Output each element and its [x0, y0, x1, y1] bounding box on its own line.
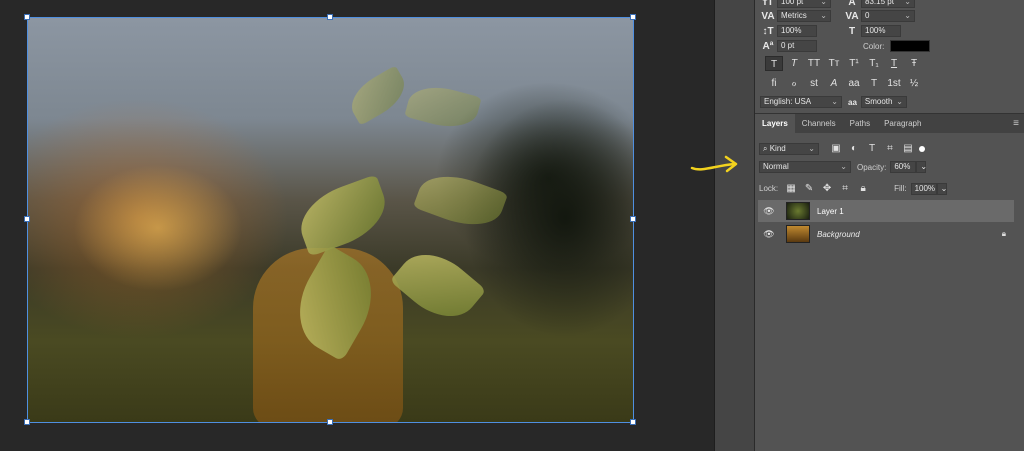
- layer-name[interactable]: Layer 1: [817, 207, 844, 216]
- layer-lock-icon: 🔒︎: [1001, 229, 1006, 238]
- font-size-icon: ᴛT: [762, 0, 774, 8]
- tracking-icon: VA: [845, 10, 859, 22]
- lock-image-icon[interactable]: ✎: [800, 181, 818, 196]
- color-label: Color:: [863, 41, 885, 51]
- right-panel: ᴛT 100 pt A 83.15 pt VA Metrics VA 0 ↕T …: [754, 0, 1024, 451]
- tab-paths[interactable]: Paths: [843, 114, 877, 133]
- leading-field[interactable]: 83.15 pt: [861, 0, 915, 8]
- layer-thumbnail: [786, 225, 810, 243]
- transform-handle-top-center[interactable]: [327, 14, 333, 20]
- opacity-field[interactable]: 60%: [890, 161, 917, 173]
- shape-filter-icon[interactable]: ⌗: [881, 141, 899, 156]
- smart-object-filter-icon[interactable]: ▤: [899, 141, 917, 156]
- lock-label: Lock:: [759, 184, 779, 193]
- tab-channels[interactable]: Channels: [795, 114, 843, 133]
- filter-search-icon: ⌕: [763, 143, 770, 153]
- layer-row-layer-1[interactable]: 👁︎ Layer 1: [758, 200, 1014, 222]
- layer-row-background[interactable]: 👁︎ Background 🔒︎: [758, 223, 1014, 245]
- subscript-button[interactable]: T₁: [865, 56, 883, 71]
- baseline-row: Aª 0 pt Color:: [759, 40, 931, 52]
- adjustment-filter-icon[interactable]: ◐: [845, 141, 863, 156]
- transform-handle-middle-left[interactable]: [24, 216, 30, 222]
- underline-button[interactable]: T: [885, 56, 903, 71]
- filter-toggle-icon[interactable]: [919, 145, 925, 152]
- annotation-arrow-icon: [690, 155, 738, 173]
- all-caps-button[interactable]: TT: [805, 56, 823, 71]
- filter-row: ⌕ Kind ▣ ◐ T ⌗ ▤: [759, 141, 925, 156]
- faux-italic-button[interactable]: T: [785, 56, 803, 71]
- antialias-dropdown[interactable]: Smooth: [860, 96, 907, 108]
- layer-thumbnail: [786, 202, 810, 220]
- opacity-label: Opacity:: [857, 162, 887, 172]
- document-workspace: [0, 0, 714, 451]
- kerning-row: VA Metrics VA 0: [759, 10, 915, 22]
- small-caps-button[interactable]: Tт: [825, 56, 843, 71]
- horizontal-scale-field[interactable]: 100%: [861, 25, 901, 37]
- opentype-buttons: fi ℴ st A aa T 1st ½: [765, 76, 923, 91]
- titling-alternates-button[interactable]: T: [865, 76, 883, 91]
- lock-transparent-icon[interactable]: ▦: [782, 181, 800, 196]
- filter-kind-label: Kind: [769, 143, 786, 153]
- language-row: English: USA aa Smooth: [760, 96, 907, 108]
- filter-kind-dropdown[interactable]: ⌕ Kind: [759, 142, 819, 155]
- visibility-eye-icon[interactable]: 👁︎: [762, 206, 776, 217]
- transform-handle-bottom-right[interactable]: [630, 419, 636, 425]
- fill-label: Fill:: [894, 184, 907, 193]
- blend-row: Normal Opacity: 60% ⌄: [759, 161, 927, 173]
- text-color-swatch[interactable]: [890, 40, 931, 52]
- strikethrough-button[interactable]: Ŧ: [905, 56, 923, 71]
- kerning-icon: VA: [761, 10, 775, 22]
- old-style-button[interactable]: ℴ: [785, 76, 803, 91]
- blend-mode-dropdown[interactable]: Normal: [759, 161, 851, 173]
- scale-row: ↕T 100% T 100%: [759, 25, 901, 37]
- vertical-scale-field[interactable]: 100%: [777, 25, 817, 37]
- panel-menu-icon[interactable]: ≡: [1013, 114, 1019, 133]
- size-row: ᴛT 100 pt A 83.15 pt: [759, 0, 915, 8]
- ordinals-button[interactable]: 1st: [885, 76, 903, 91]
- layers-panel-tabs: Layers Channels Paths Paragraph ≡: [755, 113, 1024, 133]
- artboard-lock-icon[interactable]: ⌗: [836, 181, 854, 196]
- transform-bounding-box[interactable]: [27, 17, 634, 423]
- baseline-shift-icon: Aª: [762, 40, 774, 52]
- lock-row: Lock: ▦ ✎ ✥ ⌗ 🔒︎ Fill: 100% ⌄: [759, 181, 947, 196]
- baseline-shift-field[interactable]: 0 pt: [777, 40, 817, 52]
- horizontal-scale-icon: T: [848, 25, 856, 37]
- transform-handle-bottom-center[interactable]: [327, 419, 333, 425]
- kerning-field[interactable]: Metrics: [777, 10, 831, 22]
- font-size-field[interactable]: 100 pt: [777, 0, 831, 8]
- stylistic-alternates-button[interactable]: aa: [845, 76, 863, 91]
- discretionary-ligatures-button[interactable]: st: [805, 76, 823, 91]
- transform-handle-top-right[interactable]: [630, 14, 636, 20]
- fractions-button[interactable]: ½: [905, 76, 923, 91]
- fill-dropdown-icon[interactable]: ⌄: [936, 182, 947, 195]
- lock-all-icon[interactable]: 🔒︎: [854, 181, 872, 196]
- type-style-buttons: T T TT Tт T¹ T₁ T Ŧ: [765, 56, 923, 71]
- vertical-scale-icon: ↕T: [762, 25, 774, 37]
- opacity-dropdown-icon[interactable]: ⌄: [916, 161, 927, 173]
- antialias-icon: aa: [848, 97, 857, 107]
- transform-handle-bottom-left[interactable]: [24, 419, 30, 425]
- type-filter-icon[interactable]: T: [863, 141, 881, 156]
- layer-name[interactable]: Background: [817, 230, 860, 239]
- pixel-filter-icon[interactable]: ▣: [827, 141, 845, 156]
- visibility-eye-icon[interactable]: 👁︎: [762, 229, 776, 240]
- swash-button[interactable]: A: [825, 76, 843, 91]
- language-dropdown[interactable]: English: USA: [760, 96, 842, 108]
- faux-bold-button[interactable]: T: [765, 56, 783, 71]
- tab-paragraph[interactable]: Paragraph: [877, 114, 928, 133]
- lock-position-icon[interactable]: ✥: [818, 181, 836, 196]
- ligatures-button[interactable]: fi: [765, 76, 783, 91]
- transform-handle-top-left[interactable]: [24, 14, 30, 20]
- tab-layers[interactable]: Layers: [755, 114, 795, 133]
- leading-icon: A: [848, 0, 856, 8]
- tracking-field[interactable]: 0: [861, 10, 915, 22]
- superscript-button[interactable]: T¹: [845, 56, 863, 71]
- panel-divider: [714, 0, 754, 451]
- transform-handle-middle-right[interactable]: [630, 216, 636, 222]
- fill-field[interactable]: 100%: [910, 182, 937, 195]
